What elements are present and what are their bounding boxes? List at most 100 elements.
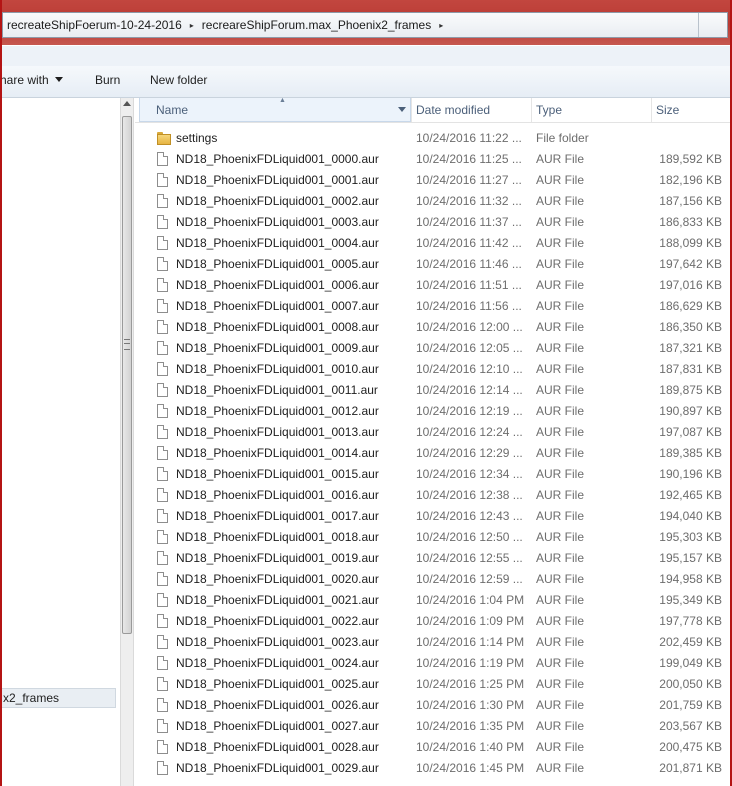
file-name: ND18_PhoenixFDLiquid001_0016.aur bbox=[176, 488, 379, 502]
file-row[interactable]: ND18_PhoenixFDLiquid001_0018.aur 10/24/20… bbox=[135, 527, 732, 548]
file-row[interactable]: ND18_PhoenixFDLiquid001_0003.aur 10/24/20… bbox=[135, 212, 732, 233]
file-type: AUR File bbox=[536, 404, 585, 418]
file-row[interactable]: ND18_PhoenixFDLiquid001_0021.aur 10/24/20… bbox=[135, 590, 732, 611]
file-size: 199,049 KB bbox=[659, 656, 722, 670]
file-row[interactable]: ND18_PhoenixFDLiquid001_0019.aur 10/24/20… bbox=[135, 548, 732, 569]
file-list-pane: ▲ Name Date modified Type Size settings 1… bbox=[135, 98, 732, 786]
column-filter-dropdown-icon[interactable] bbox=[398, 107, 406, 112]
file-name: ND18_PhoenixFDLiquid001_0025.aur bbox=[176, 677, 379, 691]
file-date-modified: 10/24/2016 11:37 ... bbox=[416, 215, 522, 229]
file-row[interactable]: ND18_PhoenixFDLiquid001_0001.aur 10/24/20… bbox=[135, 170, 732, 191]
file-size: 200,050 KB bbox=[659, 677, 722, 691]
file-name: ND18_PhoenixFDLiquid001_0013.aur bbox=[176, 425, 379, 439]
share-with-button[interactable]: hare with bbox=[0, 73, 63, 87]
file-name: ND18_PhoenixFDLiquid001_0028.aur bbox=[176, 740, 379, 754]
file-row[interactable]: ND18_PhoenixFDLiquid001_0002.aur 10/24/20… bbox=[135, 191, 732, 212]
file-size: 195,157 KB bbox=[659, 551, 722, 565]
nav-pane-scrollbar[interactable] bbox=[120, 98, 134, 786]
file-row[interactable]: ND18_PhoenixFDLiquid001_0025.aur 10/24/20… bbox=[135, 674, 732, 695]
file-date-modified: 10/24/2016 1:45 PM bbox=[416, 761, 525, 775]
file-row[interactable]: ND18_PhoenixFDLiquid001_0029.aur 10/24/20… bbox=[135, 758, 732, 779]
file-row[interactable]: ND18_PhoenixFDLiquid001_0011.aur 10/24/20… bbox=[135, 380, 732, 401]
file-type: AUR File bbox=[536, 467, 585, 481]
file-type: AUR File bbox=[536, 362, 585, 376]
file-row[interactable]: ND18_PhoenixFDLiquid001_0024.aur 10/24/20… bbox=[135, 653, 732, 674]
file-type: AUR File bbox=[536, 446, 585, 460]
file-name: ND18_PhoenixFDLiquid001_0011.aur bbox=[176, 383, 378, 397]
file-row[interactable]: ND18_PhoenixFDLiquid001_0028.aur 10/24/20… bbox=[135, 737, 732, 758]
breadcrumb-item[interactable]: recreareShipForum.max_Phoenix2_frames bbox=[198, 18, 437, 32]
file-row[interactable]: ND18_PhoenixFDLiquid001_0023.aur 10/24/20… bbox=[135, 632, 732, 653]
share-with-label: hare with bbox=[0, 73, 49, 87]
column-header-type[interactable]: Type bbox=[531, 98, 651, 122]
file-row[interactable]: ND18_PhoenixFDLiquid001_0000.aur 10/24/20… bbox=[135, 149, 732, 170]
file-date-modified: 10/24/2016 12:43 ... bbox=[416, 509, 523, 523]
file-row[interactable]: ND18_PhoenixFDLiquid001_0022.aur 10/24/20… bbox=[135, 611, 732, 632]
file-size: 190,196 KB bbox=[659, 467, 722, 481]
file-row[interactable]: ND18_PhoenixFDLiquid001_0017.aur 10/24/20… bbox=[135, 506, 732, 527]
file-date-modified: 10/24/2016 1:09 PM bbox=[416, 614, 525, 628]
file-date-modified: 10/24/2016 1:04 PM bbox=[416, 593, 525, 607]
file-name: ND18_PhoenixFDLiquid001_0004.aur bbox=[176, 236, 379, 250]
file-row[interactable]: ND18_PhoenixFDLiquid001_0006.aur 10/24/20… bbox=[135, 275, 732, 296]
file-date-modified: 10/24/2016 11:51 ... bbox=[416, 278, 522, 292]
file-size: 201,871 KB bbox=[659, 761, 722, 775]
column-header-size[interactable]: Size bbox=[651, 98, 732, 122]
column-header-name[interactable]: ▲ Name bbox=[139, 98, 411, 122]
file-row[interactable]: ND18_PhoenixFDLiquid001_0008.aur 10/24/20… bbox=[135, 317, 732, 338]
address-area: recreateShipFoerum-10-24-2016 ▸ recreare… bbox=[0, 0, 732, 45]
breadcrumb-separator-icon[interactable]: ▸ bbox=[437, 21, 447, 30]
file-icon bbox=[157, 740, 171, 755]
file-row[interactable]: ND18_PhoenixFDLiquid001_0015.aur 10/24/20… bbox=[135, 464, 732, 485]
file-icon bbox=[157, 194, 171, 209]
command-toolbar: hare with Burn New folder bbox=[0, 45, 732, 98]
scroll-thumb[interactable] bbox=[122, 116, 132, 634]
file-name: ND18_PhoenixFDLiquid001_0009.aur bbox=[176, 341, 379, 355]
address-bar[interactable]: recreateShipFoerum-10-24-2016 ▸ recreare… bbox=[2, 12, 728, 38]
address-dropdown-button[interactable] bbox=[698, 13, 727, 37]
file-type: AUR File bbox=[536, 656, 585, 670]
file-icon bbox=[157, 677, 171, 692]
file-size: 187,156 KB bbox=[659, 194, 722, 208]
file-date-modified: 10/24/2016 1:35 PM bbox=[416, 719, 525, 733]
file-date-modified: 10/24/2016 11:32 ... bbox=[416, 194, 522, 208]
file-size: 195,349 KB bbox=[659, 593, 722, 607]
file-row[interactable]: ND18_PhoenixFDLiquid001_0016.aur 10/24/20… bbox=[135, 485, 732, 506]
file-type: AUR File bbox=[536, 530, 585, 544]
file-row[interactable]: ND18_PhoenixFDLiquid001_0027.aur 10/24/20… bbox=[135, 716, 732, 737]
file-row[interactable]: ND18_PhoenixFDLiquid001_0026.aur 10/24/20… bbox=[135, 695, 732, 716]
file-row[interactable]: ND18_PhoenixFDLiquid001_0009.aur 10/24/20… bbox=[135, 338, 732, 359]
file-icon bbox=[157, 446, 171, 461]
file-size: 189,592 KB bbox=[659, 152, 722, 166]
file-row[interactable]: ND18_PhoenixFDLiquid001_0012.aur 10/24/20… bbox=[135, 401, 732, 422]
file-row[interactable]: ND18_PhoenixFDLiquid001_0014.aur 10/24/20… bbox=[135, 443, 732, 464]
breadcrumb-item[interactable]: recreateShipFoerum-10-24-2016 bbox=[3, 18, 188, 32]
file-size: 194,958 KB bbox=[659, 572, 722, 586]
burn-button[interactable]: Burn bbox=[95, 73, 120, 87]
nav-item-selected-folder[interactable]: x2_frames bbox=[0, 688, 116, 708]
breadcrumb-separator-icon[interactable]: ▸ bbox=[188, 21, 198, 30]
file-type: AUR File bbox=[536, 551, 585, 565]
file-date-modified: 10/24/2016 11:46 ... bbox=[416, 257, 522, 271]
file-name: ND18_PhoenixFDLiquid001_0023.aur bbox=[176, 635, 379, 649]
file-row[interactable]: ND18_PhoenixFDLiquid001_0010.aur 10/24/20… bbox=[135, 359, 732, 380]
file-icon bbox=[157, 278, 171, 293]
scroll-up-arrow-icon[interactable] bbox=[123, 101, 131, 106]
file-type: AUR File bbox=[536, 698, 585, 712]
file-row[interactable]: ND18_PhoenixFDLiquid001_0020.aur 10/24/20… bbox=[135, 569, 732, 590]
file-name: ND18_PhoenixFDLiquid001_0029.aur bbox=[176, 761, 379, 775]
file-row[interactable]: ND18_PhoenixFDLiquid001_0005.aur 10/24/20… bbox=[135, 254, 732, 275]
file-icon bbox=[157, 362, 171, 377]
column-header-date[interactable]: Date modified bbox=[411, 98, 531, 122]
file-row[interactable]: ND18_PhoenixFDLiquid001_0007.aur 10/24/20… bbox=[135, 296, 732, 317]
folder-icon bbox=[157, 131, 171, 146]
file-date-modified: 10/24/2016 12:55 ... bbox=[416, 551, 523, 565]
file-row[interactable]: ND18_PhoenixFDLiquid001_0004.aur 10/24/20… bbox=[135, 233, 732, 254]
file-icon bbox=[157, 551, 171, 566]
file-type: AUR File bbox=[536, 635, 585, 649]
file-icon bbox=[157, 614, 171, 629]
file-row[interactable]: settings 10/24/2016 11:22 ... File folder bbox=[135, 128, 732, 149]
new-folder-button[interactable]: New folder bbox=[150, 73, 207, 87]
file-row[interactable]: ND18_PhoenixFDLiquid001_0013.aur 10/24/20… bbox=[135, 422, 732, 443]
file-type: AUR File bbox=[536, 278, 585, 292]
